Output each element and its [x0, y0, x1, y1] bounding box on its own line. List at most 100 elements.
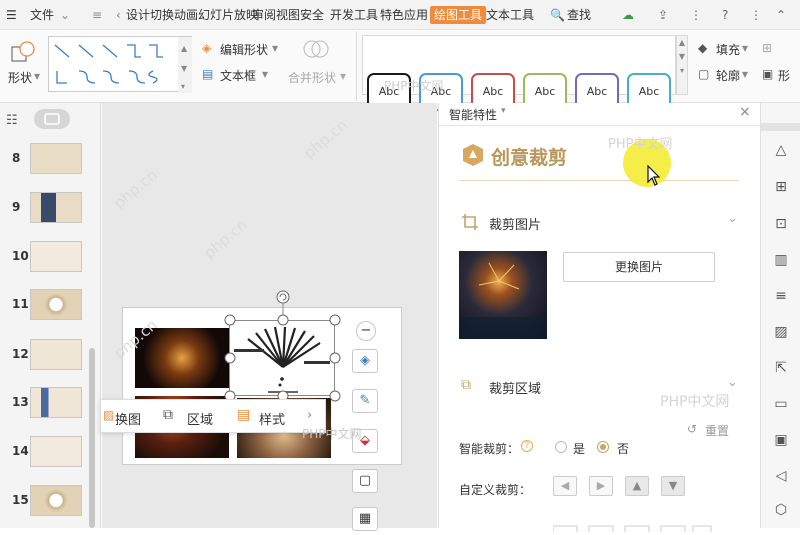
image-context-toolbar: ▨ 换图 ⧉ 区域 ▤ 样式 › [100, 399, 326, 433]
smart-crop-yes-label[interactable]: 是 [573, 440, 585, 457]
pen-icon[interactable]: ✎ [352, 389, 378, 413]
search-label[interactable]: 查找 [567, 6, 591, 24]
smart-crop-no-radio[interactable] [597, 441, 609, 453]
audio-icon[interactable]: ◁ [772, 467, 790, 485]
crop-up-button[interactable]: ▲ [625, 476, 649, 496]
more-icon[interactable]: ⋮ [690, 6, 702, 24]
section-crop-image-chevron-icon[interactable]: ⌄ [727, 211, 738, 226]
edit-shape-icon[interactable]: ◈ [202, 41, 211, 55]
slide-thumbnail[interactable] [30, 192, 82, 223]
picture-icon[interactable]: ▣ [772, 431, 790, 449]
border-icon[interactable]: ▢ [352, 469, 378, 493]
tab-7[interactable]: 开发工具 [330, 6, 378, 24]
shape-effect-icon[interactable]: ▣ [762, 67, 773, 81]
crop-text-icon[interactable]: ▦ [352, 507, 378, 531]
edit-shape-button[interactable]: 编辑形状 [220, 41, 268, 58]
tab-1[interactable]: 切换 [150, 6, 174, 24]
textbox-icon[interactable]: ▤ [202, 67, 213, 81]
slide-thumbnail[interactable] [30, 436, 82, 467]
context-area[interactable]: 区域 [187, 409, 213, 428]
tab-5[interactable]: 视图 [276, 6, 300, 24]
scroll-left-icon[interactable]: ‹ [116, 6, 121, 24]
search-icon[interactable]: 🔍 [550, 6, 565, 24]
textbox-button[interactable]: 文本框 [220, 67, 256, 84]
pane-header[interactable]: 智能特性 [449, 106, 497, 123]
fill-icon[interactable]: ◆ [698, 41, 707, 55]
quick-access-icon[interactable]: ≡ [92, 6, 102, 24]
thumbnail-scrollbar[interactable] [89, 348, 95, 528]
selection-handles[interactable] [223, 288, 343, 404]
smart-crop-no-label[interactable]: 否 [617, 440, 629, 457]
replace-image-button[interactable]: 更换图片 [563, 252, 715, 282]
settings-sliders-icon[interactable]: ≡ [772, 287, 790, 305]
mouse-cursor-icon [647, 165, 661, 186]
shape-icon[interactable] [10, 41, 36, 63]
reset-button[interactable]: 重置 [705, 422, 729, 439]
archive-icon[interactable]: ▭ [772, 395, 790, 413]
pane-header-divider [439, 125, 761, 126]
more-options-icon[interactable]: ⋮ [750, 6, 762, 24]
tab-0[interactable]: 设计 [126, 6, 150, 24]
menu-file[interactable]: 文件 [30, 6, 54, 24]
tab-4[interactable]: 审阅 [252, 6, 276, 24]
context-style[interactable]: 样式 [259, 409, 285, 428]
image-edit-icon[interactable]: ▨ [772, 323, 790, 341]
slide-thumbnail[interactable] [30, 339, 82, 370]
slide-number: 13 [12, 395, 29, 409]
layers-icon[interactable]: ◈ [352, 349, 378, 373]
share-icon[interactable]: ⇪ [658, 6, 668, 24]
slide-view-toggle[interactable] [34, 109, 70, 129]
pane-header-dropdown-icon[interactable]: ▾ [501, 106, 506, 116]
collapse-ribbon-icon[interactable]: ⌃ [776, 6, 786, 24]
shield-icon[interactable]: ⬡ [772, 501, 790, 519]
crop-down-button[interactable]: ▼ [661, 476, 685, 496]
help-icon[interactable]: ? [722, 6, 728, 24]
tab-8[interactable]: 特色应用 [380, 6, 428, 24]
zoom-out-icon[interactable]: − [356, 321, 376, 341]
crop-preview-image[interactable] [459, 251, 547, 339]
tab-10[interactable]: 文本工具 [486, 6, 534, 24]
smart-crop-yes-radio[interactable] [555, 441, 567, 453]
context-next-icon[interactable]: › [307, 408, 312, 423]
export-icon[interactable]: ⇱ [772, 359, 790, 377]
crop-image-icon [461, 213, 479, 231]
outline-button[interactable]: 轮廓 [716, 67, 740, 84]
chart-icon[interactable]: ▥ [772, 251, 790, 269]
menu-bar: ☰ 文件 ⌄ ≡ ‹ 设计 切换 动画 幻灯片放映 审阅 视图 安全 开发工具 特色应用 绘图工具… [0, 0, 800, 30]
outline-view-icon[interactable]: ☷ [6, 113, 18, 128]
section-crop-image[interactable]: 裁剪图片 [489, 214, 541, 233]
section-crop-area-chevron-icon[interactable]: ⌄ [727, 375, 738, 390]
context-replace-image[interactable]: 换图 [115, 409, 141, 428]
tab-2[interactable]: 动画 [174, 6, 198, 24]
sidebar-top-band [761, 123, 800, 131]
align-icon[interactable]: ⊞ [762, 41, 772, 55]
help-icon[interactable]: ? [521, 440, 533, 452]
slide-thumbnail[interactable] [30, 289, 82, 320]
shape-button[interactable]: 形状 [8, 69, 32, 86]
close-icon[interactable]: × [739, 104, 751, 120]
chevron-down-icon[interactable]: ⌄ [60, 6, 70, 24]
fill-button[interactable]: 填充 [716, 41, 740, 58]
crop-right-button[interactable]: ▶ [589, 476, 613, 496]
reset-icon[interactable]: ↺ [687, 422, 697, 436]
slide-thumbnail[interactable] [30, 143, 82, 174]
slide-thumbnail[interactable] [30, 387, 82, 418]
section-crop-area[interactable]: 裁剪区域 [489, 378, 541, 397]
shape-effect-button[interactable]: 形 [778, 67, 790, 84]
tab-6[interactable]: 安全 [300, 6, 324, 24]
cloud-sync-icon[interactable]: ☁ [622, 6, 634, 24]
grid-icon[interactable]: ⊡ [772, 215, 790, 233]
tab-9[interactable]: 绘图工具 [430, 6, 487, 24]
slide-thumbnail[interactable] [30, 485, 82, 516]
outline-icon[interactable]: ▢ [698, 67, 709, 81]
hamburger-icon[interactable]: ☰ [6, 6, 17, 24]
style-gallery-scroll[interactable]: ▲ ▼ ▾ [676, 35, 688, 95]
table-icon[interactable]: ⊞ [772, 178, 790, 196]
shape-tool-icon[interactable]: △ [772, 141, 790, 159]
slide-number: 15 [12, 493, 29, 507]
line-shapes-gallery[interactable]: ▲ ▼ ▾ [48, 36, 192, 93]
tab-3[interactable]: 幻灯片放映 [198, 6, 258, 24]
merge-shape-button[interactable]: 合并形状 [288, 69, 336, 86]
slide-thumbnail[interactable] [30, 241, 82, 272]
crop-left-button[interactable]: ◀ [553, 476, 577, 496]
